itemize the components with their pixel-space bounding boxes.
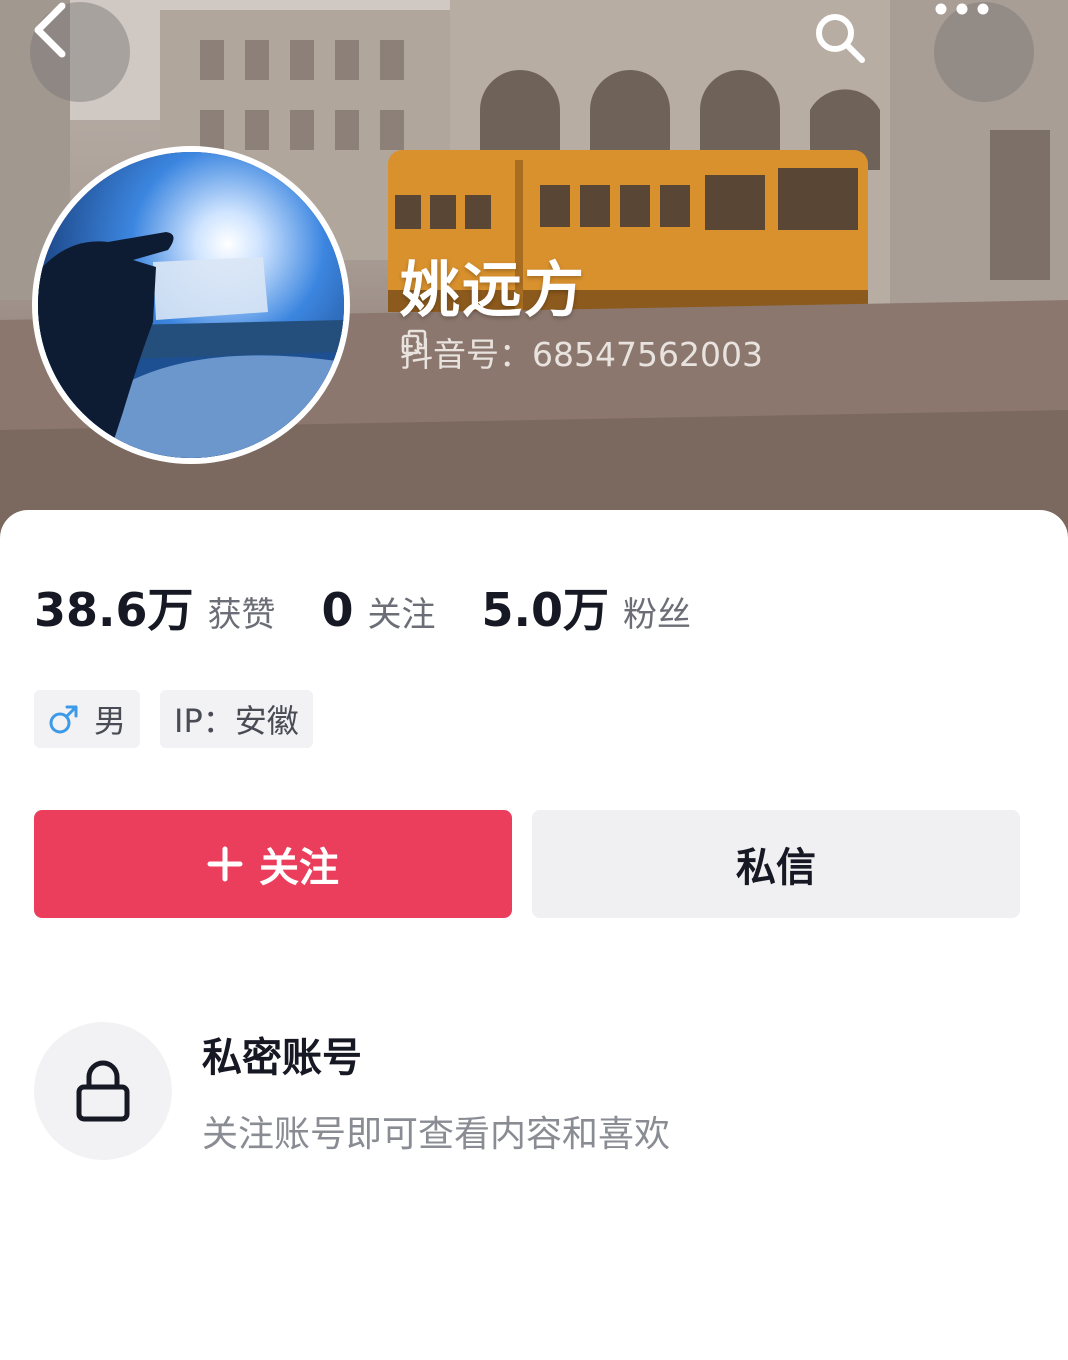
stat-label: 关注	[367, 595, 436, 635]
back-arrow-icon	[34, 2, 66, 58]
gender-text: 男	[94, 702, 127, 740]
lock-icon	[76, 1060, 130, 1122]
stat-value: 5.0万	[481, 583, 610, 637]
tag-row: 男 IP：安徽	[34, 690, 333, 748]
private-title: 私密账号	[202, 1035, 362, 1081]
more-icon	[935, 3, 989, 15]
profile-page: 姚远方 抖音号：68547562003 38.6万 获赞 0 关注 5.0万 粉…	[0, 0, 1068, 1360]
stat-value: 38.6万	[34, 583, 194, 637]
more-button[interactable]	[934, 2, 1034, 102]
stat-following[interactable]: 0 关注	[322, 583, 436, 637]
plus-icon	[207, 846, 243, 882]
lock-badge	[34, 1022, 172, 1160]
avatar[interactable]	[32, 146, 350, 464]
private-account-notice: 私密账号 关注账号即可查看内容和喜欢	[34, 1022, 670, 1160]
search-icon	[816, 14, 865, 63]
stat-followers[interactable]: 5.0万 粉丝	[482, 574, 692, 640]
male-icon	[48, 703, 80, 735]
ip-text: IP：安徽	[174, 702, 299, 740]
profile-banner: 姚远方 抖音号：68547562003	[0, 0, 1068, 560]
ip-tag: IP：安徽	[160, 690, 313, 748]
follow-label: 关注	[259, 845, 339, 891]
action-row: 关注 私信	[34, 810, 1020, 918]
message-label: 私信	[736, 845, 816, 891]
nickname: 姚远方	[400, 256, 586, 326]
private-description: 关注账号即可查看内容和喜欢	[202, 1114, 671, 1155]
gender-tag: 男	[34, 690, 141, 748]
stat-likes[interactable]: 38.6万 获赞	[34, 574, 276, 640]
message-button[interactable]: 私信	[532, 810, 1020, 918]
douyin-id-text: 抖音号：68547562003	[400, 335, 763, 374]
stat-label: 获赞	[207, 595, 276, 635]
profile-card: 38.6万 获赞 0 关注 5.0万 粉丝 男 IP：安徽 关注 私信 私密账号…	[0, 510, 1068, 1360]
follow-button[interactable]: 关注	[34, 810, 512, 918]
stat-value: 0	[321, 583, 354, 637]
private-text: 私密账号 关注账号即可查看内容和喜欢	[202, 1025, 670, 1157]
stat-label: 粉丝	[623, 595, 692, 635]
back-button[interactable]	[30, 2, 130, 102]
douyin-id: 抖音号：68547562003	[400, 328, 773, 376]
stats-row: 38.6万 获赞 0 关注 5.0万 粉丝	[34, 574, 737, 640]
avatar-image	[38, 152, 344, 458]
search-button[interactable]	[812, 10, 892, 90]
